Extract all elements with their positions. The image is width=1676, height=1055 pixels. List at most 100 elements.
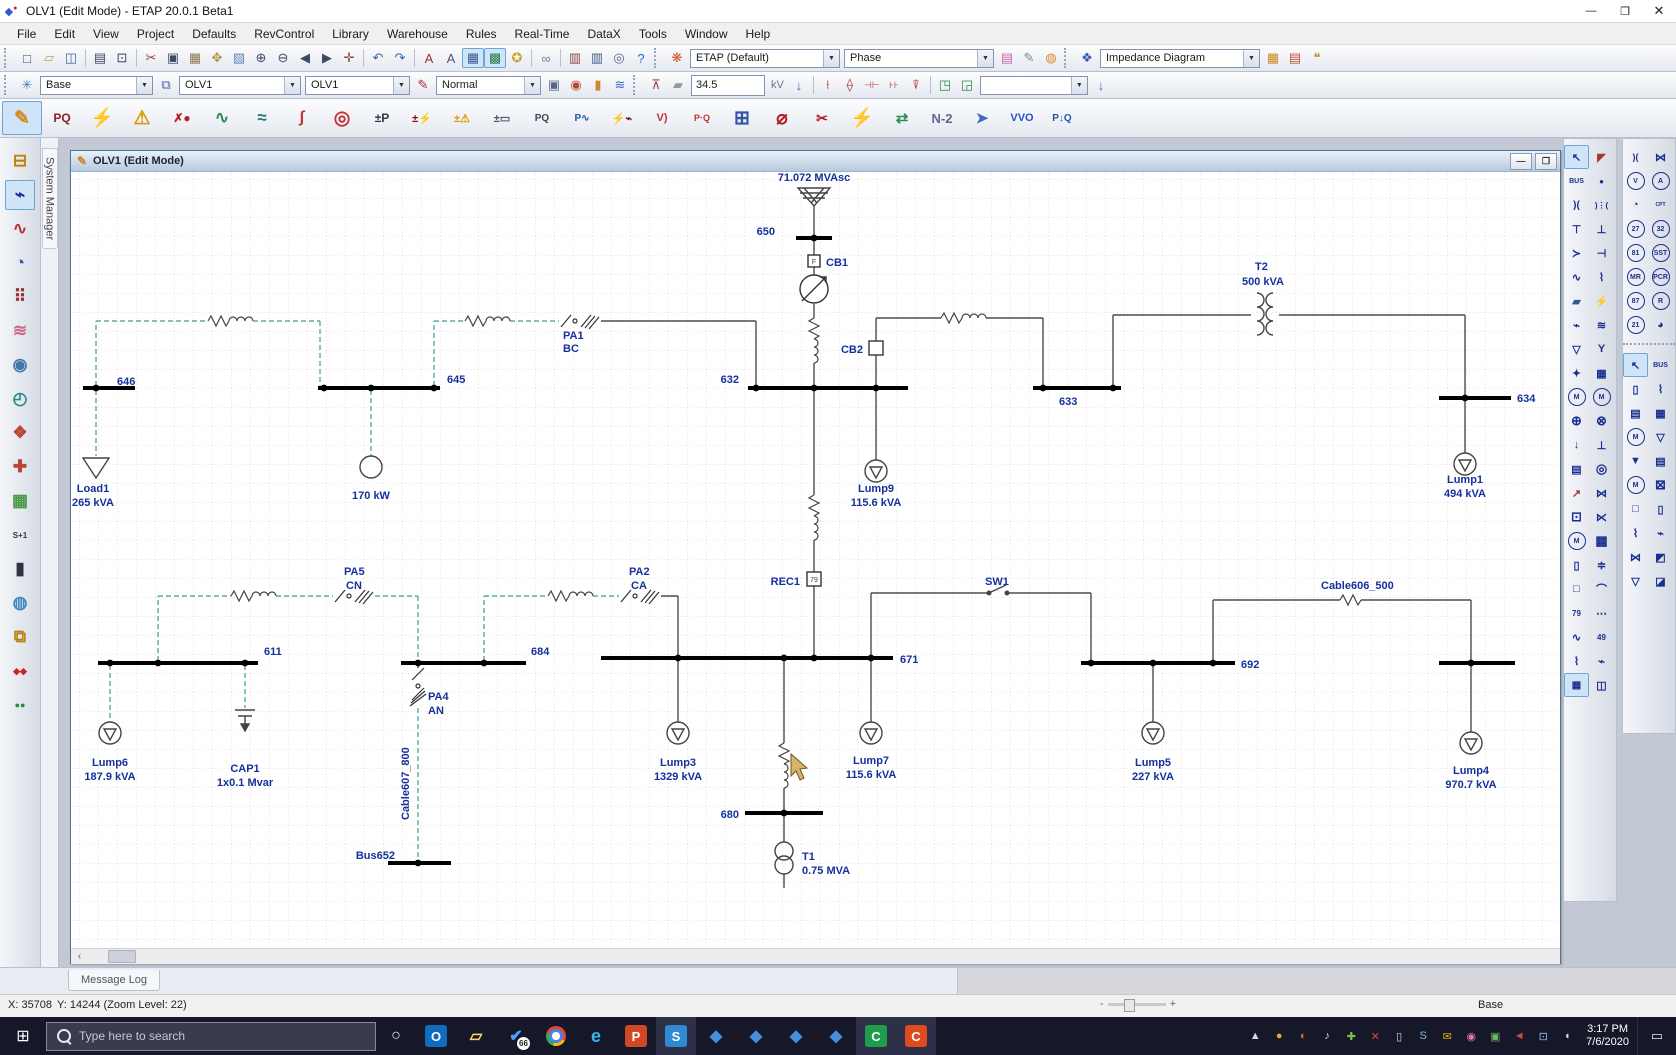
relay-87-differential-icon[interactable]: 87	[1623, 289, 1648, 313]
diagram-label[interactable]: 0.75 MVA	[802, 865, 850, 877]
contingency-analysis-icon[interactable]: ✂	[802, 101, 842, 135]
diagram-label[interactable]: Lump3	[660, 757, 696, 769]
powerpoint-icon[interactable]: P	[616, 1017, 656, 1055]
zoom-fit-icon[interactable]: ✛	[338, 48, 360, 68]
diagram-label[interactable]: 645	[447, 374, 465, 386]
contactor-icon[interactable]: ⋯	[1589, 601, 1614, 625]
diagram-label[interactable]: Cable606_500	[1321, 580, 1394, 592]
transformer-2w-icon[interactable]: )(	[1564, 193, 1589, 217]
tray-mail-icon[interactable]: ✉	[1436, 1022, 1458, 1050]
etap-window-2-icon[interactable]: ◆	[736, 1017, 776, 1055]
continuity-check-icon[interactable]: ▩	[484, 48, 506, 68]
chevron-down-icon[interactable]: ▼	[977, 50, 993, 67]
open-project-icon[interactable]: ▱	[38, 48, 60, 68]
annotation-options-icon[interactable]: A	[440, 48, 462, 68]
circuit-breaker-icon[interactable]: □	[1564, 577, 1589, 601]
theme-combo[interactable]: ETAP (Default)▼	[690, 49, 840, 68]
etap-window-4-icon[interactable]: ◆	[816, 1017, 856, 1055]
presentation-icon[interactable]: ⧉	[155, 75, 177, 95]
diagram-label[interactable]: Lump6	[92, 757, 128, 769]
fuse-double-icon[interactable]: ⌁	[1589, 649, 1614, 673]
apply-kv-icon[interactable]: ↓	[788, 75, 810, 95]
tray-icon-5-icon[interactable]: ◄	[1508, 1022, 1530, 1050]
grid-display-icon[interactable]: ▦	[462, 48, 484, 68]
diagram-label[interactable]: CA	[631, 580, 647, 592]
undo-icon[interactable]: ↶	[367, 48, 389, 68]
diagram-label[interactable]: Lump5	[1135, 757, 1171, 769]
help-icon[interactable]: ?	[630, 48, 652, 68]
menu-item-view[interactable]: View	[84, 25, 128, 43]
tray-expand-icon[interactable]: ▲	[1244, 1022, 1266, 1050]
cable-icon[interactable]: ≻	[1564, 241, 1589, 265]
edge-icon[interactable]: e	[576, 1017, 616, 1055]
star-z-tool-icon[interactable]: ◔	[5, 248, 35, 278]
arc-flash-icon[interactable]: ⚠	[122, 101, 162, 135]
bus-icon[interactable]: BUS	[1564, 169, 1589, 193]
etap-window-3-icon[interactable]: ◆	[776, 1017, 816, 1055]
color-theme-icon[interactable]: ▤	[996, 48, 1018, 68]
voltmeter-icon[interactable]: V	[1623, 169, 1648, 193]
zoom-out-minus[interactable]: -	[1100, 998, 1104, 1010]
annotation-icon[interactable]: A	[418, 48, 440, 68]
study-wizard-icon[interactable]: ●●	[5, 690, 35, 720]
paste-icon[interactable]: ▦	[184, 48, 206, 68]
comment-bubble-icon[interactable]: ❝	[1306, 48, 1328, 68]
overload-heater-icon[interactable]: ∿	[1564, 625, 1589, 649]
canvas-title-bar[interactable]: ✎ OLV1 (Edit Mode) — ❐	[71, 151, 1560, 172]
user-defined-models-icon[interactable]: S+1	[5, 520, 35, 550]
pv-array-icon[interactable]: ▦	[1589, 361, 1614, 385]
app-c-orange-icon[interactable]: C	[896, 1017, 936, 1055]
redo-icon[interactable]: ↷	[389, 48, 411, 68]
dc-switch-single-icon[interactable]: ⌇	[1623, 521, 1648, 545]
tray-icon-2-icon[interactable]: ◐	[1292, 1022, 1314, 1050]
star-device-evaluation-icon[interactable]: ✗●	[162, 101, 202, 135]
switching-sequence-icon[interactable]: ⇄	[882, 101, 922, 135]
calculator-2-icon[interactable]: ▥	[586, 48, 608, 68]
lumped-load-icon[interactable]: ↓	[1564, 433, 1589, 457]
diagram-label[interactable]: Load1	[77, 483, 109, 495]
normal-mode-icon[interactable]: ✎	[412, 75, 434, 95]
vfd-icon[interactable]: ⋉	[1589, 505, 1614, 529]
diagram-label[interactable]: 680	[721, 809, 739, 821]
time-domain-load-flow-icon[interactable]: PQ	[522, 101, 562, 135]
star-sequence-viewer-icon[interactable]: ◎	[322, 101, 362, 135]
diagram-label[interactable]: PA5	[344, 566, 365, 578]
ac-network-icon[interactable]: ◤	[1589, 145, 1614, 169]
tray-nvidia-icon[interactable]: ▣	[1484, 1022, 1506, 1050]
diagram-label[interactable]: 71.072 MVAsc	[778, 172, 851, 184]
static-load-icon[interactable]: ⊗	[1589, 409, 1614, 433]
capacitor-bank-icon[interactable]: ⊥	[1589, 433, 1614, 457]
utility-icon[interactable]: ▽	[1564, 337, 1589, 361]
taskbar-search[interactable]: Type here to search	[46, 1022, 376, 1051]
diagram-label[interactable]: 684	[531, 646, 550, 658]
diagram-cube-icon[interactable]: ❖	[1076, 48, 1098, 68]
eraser-icon[interactable]: ▰	[667, 75, 689, 95]
diagram-label[interactable]: 634	[1517, 393, 1536, 405]
apply-selection-icon[interactable]: ↓	[1090, 75, 1112, 95]
diagram-label[interactable]: 692	[1241, 659, 1259, 671]
phase-combo[interactable]: Phase▼	[844, 49, 994, 68]
taskbar-clock[interactable]: 3:17 PM 7/6/2020	[1578, 1023, 1637, 1049]
kv-input[interactable]: 34.5	[691, 75, 765, 96]
zoom-previous-icon[interactable]: ◀	[294, 48, 316, 68]
relay-mr-multifunction-icon[interactable]: MR	[1623, 265, 1648, 289]
project-folders-icon[interactable]: ⧉	[5, 622, 35, 652]
diagram-label[interactable]: T1	[802, 851, 815, 863]
bus-duct-icon[interactable]: ◎	[1589, 457, 1614, 481]
menu-item-warehouse[interactable]: Warehouse	[378, 25, 457, 43]
n-2-contingency-icon[interactable]: N-2	[922, 101, 962, 135]
star-protection-dc-icon[interactable]: ✚	[5, 452, 35, 482]
tray-volume-icon[interactable]: ◖	[1556, 1022, 1578, 1050]
transformer-3w-icon[interactable]: )⋮(	[1589, 193, 1614, 217]
view-combo[interactable]: Impedance Diagram▼	[1100, 49, 1260, 68]
volt-var-optimization-icon[interactable]: VVO	[1002, 101, 1042, 135]
menu-item-revcontrol[interactable]: RevControl	[245, 25, 323, 43]
diagram-label[interactable]: Lump7	[853, 755, 889, 767]
find-icon[interactable]: ◎	[608, 48, 630, 68]
diagram-label[interactable]: BC	[563, 343, 579, 355]
wind-turbine-icon[interactable]: ✦	[1564, 361, 1589, 385]
optimal-power-flow-icon[interactable]: ±P	[362, 101, 402, 135]
dc-arc-flash-icon[interactable]: ±⚠	[442, 101, 482, 135]
zoom-in-icon[interactable]: ⊕	[250, 48, 272, 68]
tray-icon-4-icon[interactable]: ◉	[1460, 1022, 1482, 1050]
